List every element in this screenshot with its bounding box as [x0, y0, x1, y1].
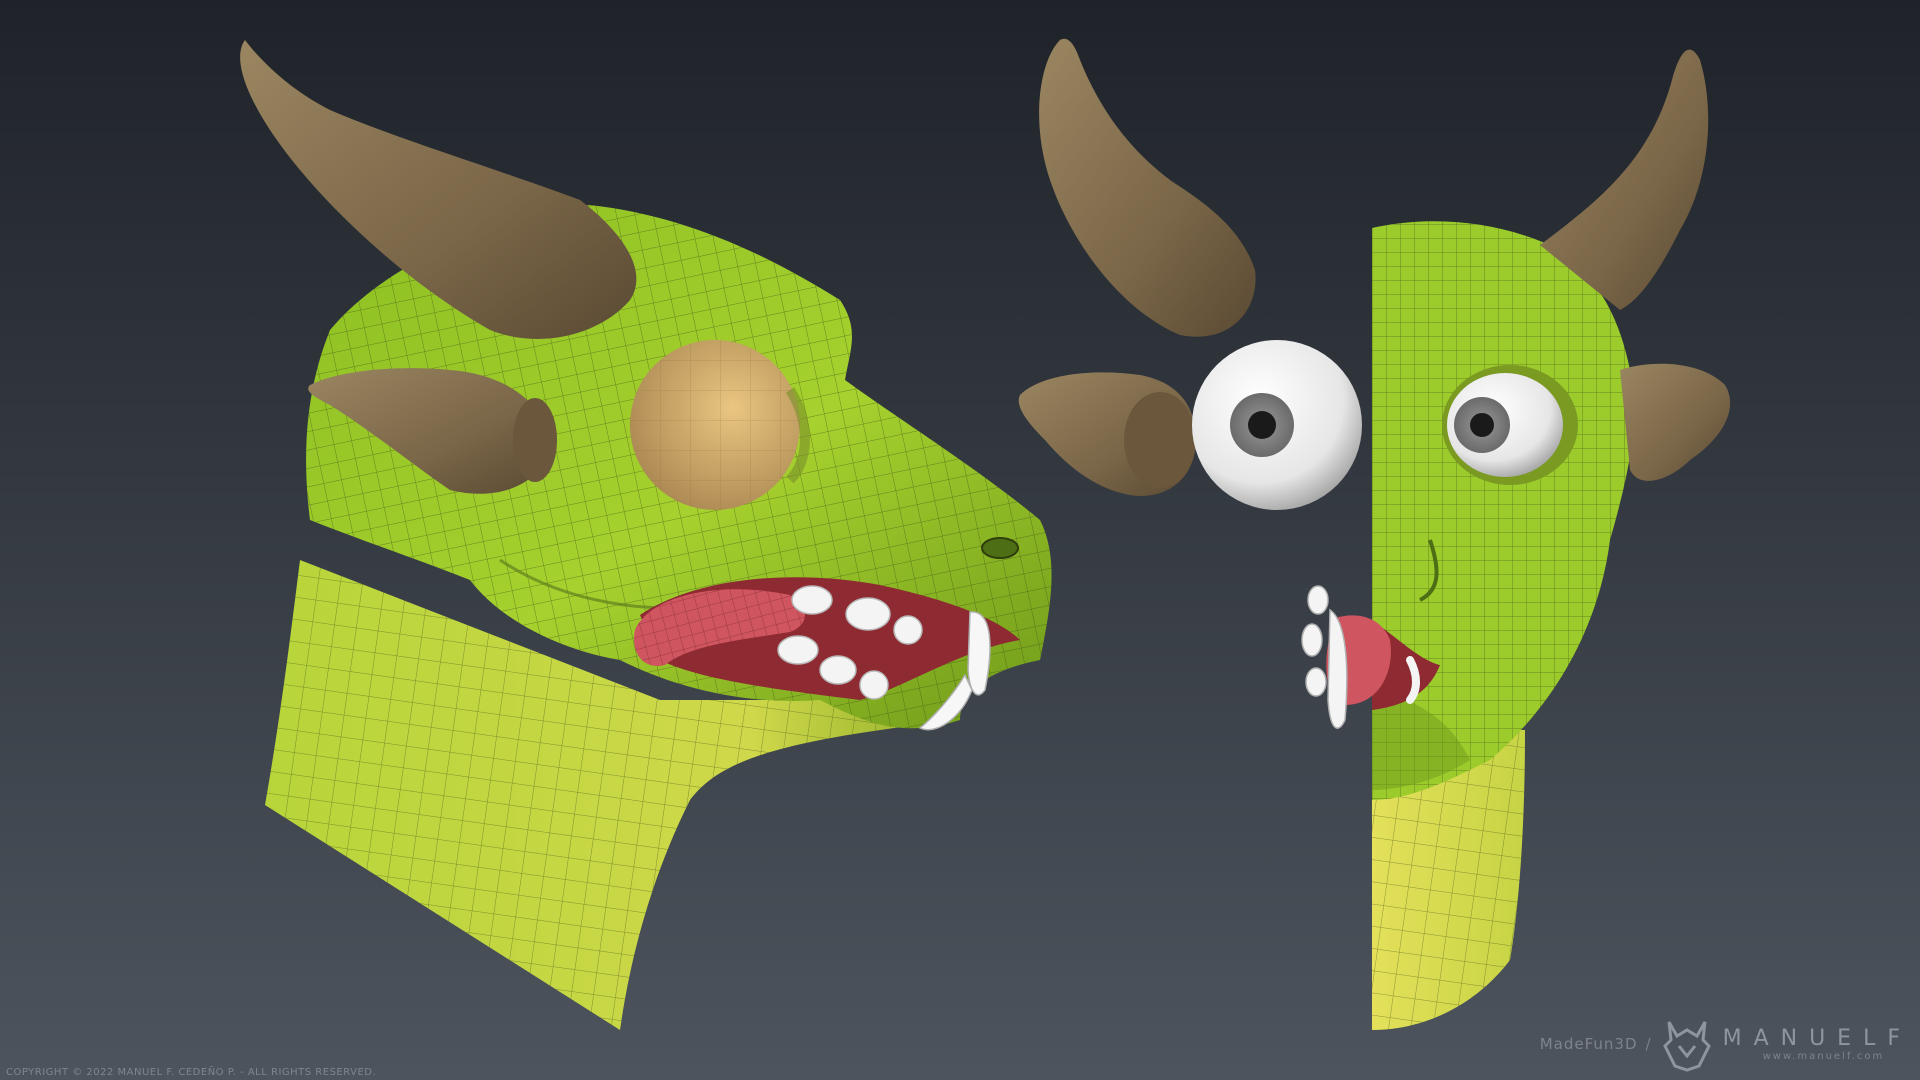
floating-eyeball-pupil: [1248, 411, 1276, 439]
left-small-horn-base: [513, 398, 557, 482]
left-nostril: [981, 537, 1019, 559]
render-viewport: [0, 0, 1920, 1080]
left-eye-socket-facets: [630, 340, 800, 510]
brand-separator: /: [1645, 1035, 1651, 1053]
brand-studio-name: MadeFun3D: [1539, 1035, 1638, 1053]
left-upper-fang: [967, 611, 991, 696]
copyright-notice: COPYRIGHT © 2022 MANUEL F. CEDEÑO P. - A…: [6, 1067, 377, 1078]
manuelf-logo-icon: [1662, 1021, 1711, 1072]
brand-url: www.manuelf.com: [1762, 1050, 1885, 1062]
render-canvas: [0, 0, 1920, 1080]
brand-watermark: MadeFun3D / MANUELF www.manuelf.com: [1540, 1016, 1912, 1072]
floating-small-horn-base: [1124, 392, 1196, 488]
brand-text-block: MANUELF www.manuelf.com: [1722, 1025, 1912, 1062]
brand-name: MANUELF: [1722, 1025, 1912, 1051]
right-pupil: [1470, 413, 1494, 437]
